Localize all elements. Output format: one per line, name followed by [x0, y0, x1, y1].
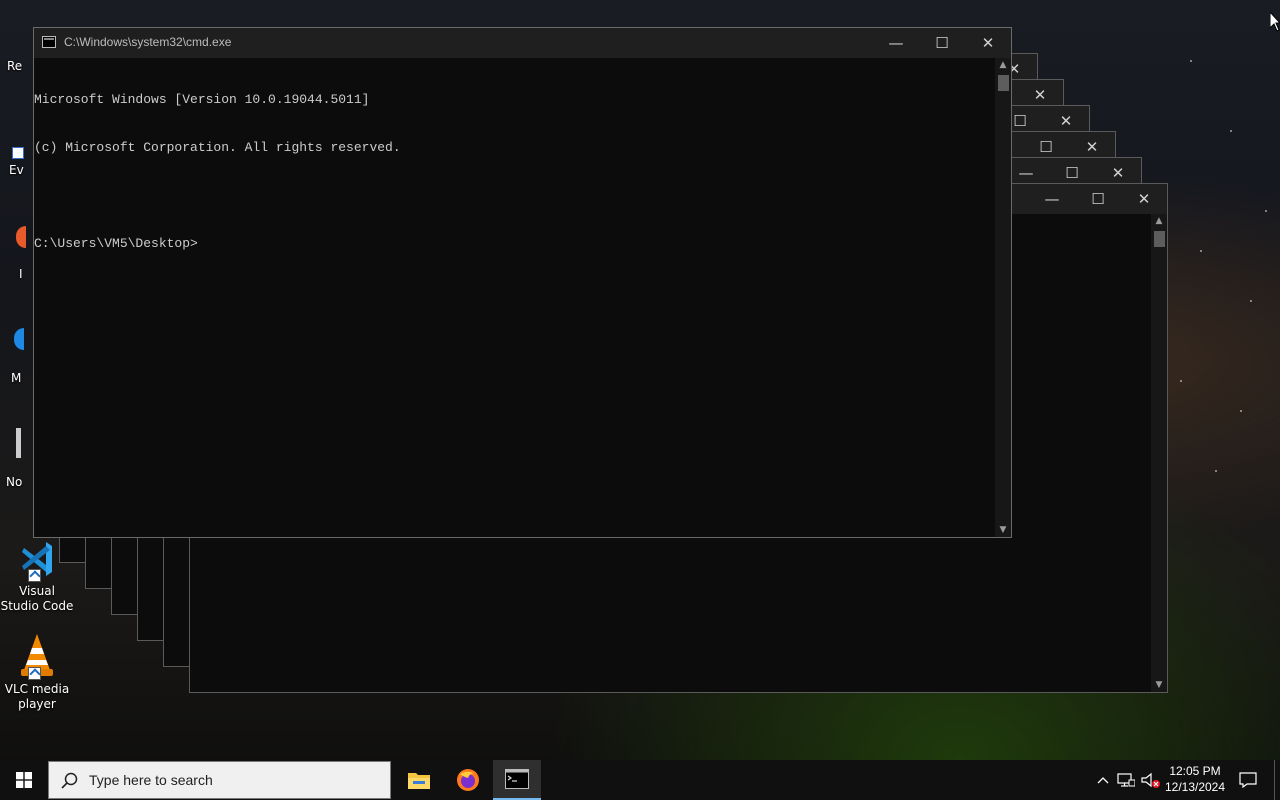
scroll-down-icon[interactable]: ▼	[1151, 678, 1167, 692]
console-output[interactable]: Microsoft Windows [Version 10.0.19044.50…	[34, 58, 995, 537]
firefox-icon	[457, 769, 479, 791]
mouse-cursor-icon	[1270, 12, 1280, 32]
desktop-icon-partial-1[interactable]	[12, 147, 24, 159]
shortcut-overlay-icon	[28, 667, 41, 680]
desktop-label-m[interactable]: M	[11, 371, 21, 385]
minimize-icon[interactable]: —	[1029, 184, 1075, 214]
desktop-icon-vscode[interactable]: Visual Studio Code	[0, 538, 74, 614]
search-icon	[61, 772, 78, 789]
title-bar[interactable]: C:\Windows\system32\cmd.exe — ☐ ✕	[34, 28, 1011, 58]
scroll-down-icon[interactable]: ▼	[995, 523, 1011, 537]
scroll-thumb[interactable]	[1154, 231, 1165, 247]
search-box[interactable]: Type here to search	[48, 761, 391, 799]
taskbar-firefox[interactable]	[445, 760, 491, 800]
vertical-scrollbar[interactable]: ▲ ▼	[1151, 214, 1167, 692]
search-placeholder: Type here to search	[89, 772, 213, 788]
cmd-window[interactable]: C:\Windows\system32\cmd.exe — ☐ ✕ Micros…	[33, 27, 1012, 538]
show-desktop-button[interactable]	[1274, 760, 1280, 800]
desktop-label-no[interactable]: No	[6, 475, 22, 489]
volume-muted-icon	[1141, 772, 1160, 788]
action-center-icon	[1239, 772, 1257, 788]
start-button[interactable]	[0, 760, 48, 800]
volume-button[interactable]	[1139, 760, 1163, 800]
taskbar-file-explorer[interactable]	[396, 760, 442, 800]
minimize-button[interactable]: —	[873, 28, 919, 58]
scroll-thumb[interactable]	[998, 75, 1009, 91]
scroll-up-icon[interactable]: ▲	[995, 58, 1011, 72]
taskbar: Type here to search 12:05 PM 12/13/2024	[0, 760, 1280, 800]
clock[interactable]: 12:05 PM 12/13/2024	[1162, 763, 1228, 795]
desktop-label-recycle-bin[interactable]: Re	[7, 59, 22, 73]
action-center-button[interactable]	[1232, 760, 1264, 800]
clock-time: 12:05 PM	[1169, 764, 1221, 778]
maximize-button[interactable]: ☐	[919, 28, 965, 58]
desktop-icon-label: VLC media player	[4, 682, 70, 711]
maximize-icon[interactable]: ☐	[1075, 184, 1121, 214]
desktop-icon-partial-2[interactable]	[16, 226, 26, 248]
desktop-icon-partial-3[interactable]	[14, 328, 24, 350]
network-icon	[1117, 773, 1135, 787]
cmd-icon	[505, 769, 529, 789]
window-title: C:\Windows\system32\cmd.exe	[64, 35, 232, 49]
vertical-scrollbar[interactable]: ▲ ▼	[995, 58, 1011, 537]
close-icon[interactable]: ✕	[1121, 184, 1167, 214]
scroll-up-icon[interactable]: ▲	[1151, 214, 1167, 228]
shortcut-overlay-icon	[28, 569, 41, 582]
desktop-icon-label: Visual Studio Code	[0, 584, 74, 613]
desktop-icon-vlc[interactable]: VLC media player	[0, 632, 74, 712]
desktop-label-i[interactable]: I	[19, 267, 23, 281]
cmd-app-icon	[42, 36, 56, 48]
console-line: Microsoft Windows [Version 10.0.19044.50…	[34, 92, 370, 107]
taskbar-cmd[interactable]	[493, 760, 541, 800]
windows-logo-icon	[16, 772, 32, 788]
console-line: (c) Microsoft Corporation. All rights re…	[34, 140, 401, 155]
chevron-up-icon	[1097, 777, 1109, 784]
show-hidden-icons-button[interactable]	[1092, 760, 1114, 800]
console-prompt: C:\Users\VM5\Desktop>	[34, 236, 198, 251]
desktop-icon-partial-4[interactable]	[16, 428, 21, 458]
network-button[interactable]	[1115, 760, 1137, 800]
clock-date: 12/13/2024	[1164, 780, 1226, 794]
desktop-label-ev[interactable]: Ev	[9, 163, 24, 177]
close-button[interactable]: ✕	[965, 28, 1011, 58]
file-explorer-icon	[408, 773, 430, 789]
